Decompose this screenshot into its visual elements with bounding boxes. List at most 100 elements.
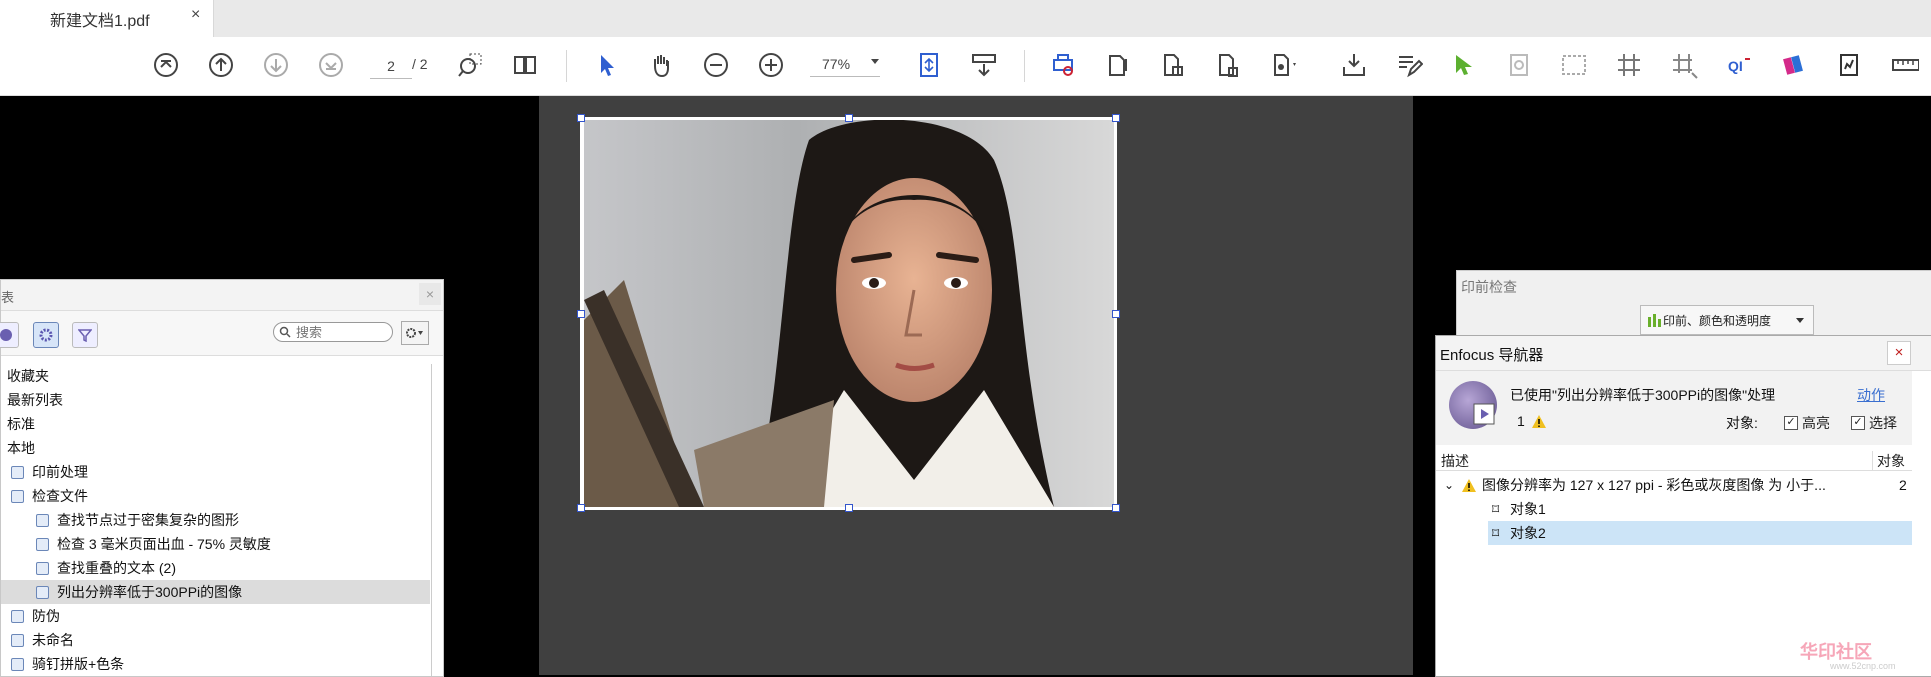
profile-icon — [36, 562, 49, 575]
panel-options-dropdown[interactable] — [401, 321, 429, 345]
result-object-row[interactable]: ⌑ 对象1 — [1436, 497, 1912, 521]
tree-item[interactable]: 最新列表 — [1, 388, 430, 412]
highlight-checkbox[interactable]: ✓ — [1784, 416, 1798, 430]
preflight-report-icon[interactable] — [1831, 47, 1867, 83]
resize-handle[interactable] — [845, 504, 853, 512]
results-table-header: 描述 对象 — [1436, 448, 1912, 471]
resize-handle[interactable] — [577, 504, 585, 512]
trim-marks-icon[interactable] — [1666, 47, 1702, 83]
resize-handle[interactable] — [1112, 504, 1120, 512]
panel-header: 表 × — [1, 280, 443, 311]
resize-handle[interactable] — [845, 114, 853, 122]
zoom-out-icon[interactable] — [698, 47, 734, 83]
tree-item-label: 检查 3 毫米页面出血 - 75% 灵敏度 — [57, 536, 271, 552]
action-menu-link[interactable]: 动作 — [1857, 385, 1885, 405]
objects-label: 对象: — [1726, 415, 1758, 431]
tree-item-label: 标准 — [7, 416, 35, 432]
tree-item-label: 未命名 — [32, 632, 74, 648]
object-icon: ⌑ — [1492, 525, 1500, 541]
crop-page-icon[interactable] — [1155, 47, 1191, 83]
object-icon: ⌑ — [1492, 501, 1500, 517]
close-icon[interactable]: × — [1887, 341, 1911, 365]
tree-item[interactable]: 防伪 — [1, 604, 430, 628]
close-icon[interactable]: × — [419, 283, 441, 305]
result-row[interactable]: ⌄ 图像分辨率为 127 x 127 ppi - 彩色或灰度图像 为 小于...… — [1436, 473, 1912, 497]
result-object-row[interactable]: ⌑ 对象2 — [1488, 521, 1912, 545]
tree-item[interactable]: 未命名 — [1, 628, 430, 652]
tree-item-label: 本地 — [7, 440, 35, 456]
zoom-in-icon[interactable] — [753, 47, 789, 83]
select-checkbox[interactable]: ✓ — [1851, 416, 1865, 430]
green-pointer-icon[interactable] — [1446, 47, 1482, 83]
color-swatches-icon[interactable] — [1776, 47, 1812, 83]
watermark-url: www.52cnp.com — [1830, 661, 1896, 671]
page-view-icon[interactable] — [507, 47, 543, 83]
panel-title: 表 — [1, 290, 15, 305]
profile-icon — [11, 490, 24, 503]
scroll-mode-icon[interactable] — [966, 47, 1002, 83]
navigator-header: Enfocus 导航器 × — [1436, 336, 1931, 371]
resize-handle[interactable] — [1112, 310, 1120, 318]
tree-item[interactable]: 查找重叠的文本 (2) — [1, 556, 430, 580]
marquee-select-icon[interactable] — [1556, 47, 1592, 83]
settings-icon[interactable] — [33, 322, 59, 348]
tree-item-label: 查找节点过于密集复杂的图形 — [57, 512, 239, 528]
previous-page-icon[interactable] — [203, 47, 239, 83]
tree-item-label: 收藏夹 — [7, 368, 49, 384]
search-box[interactable] — [273, 322, 393, 342]
resize-handle[interactable] — [1112, 114, 1120, 122]
marquee-zoom-icon[interactable] — [452, 47, 488, 83]
page-resize-icon[interactable] — [1210, 47, 1246, 83]
chevron-down-icon[interactable] — [871, 59, 879, 64]
page-number-input[interactable] — [370, 54, 412, 79]
tree-item[interactable]: 本地 — [1, 436, 430, 460]
quite-imposing-icon[interactable]: QI — [1721, 47, 1757, 83]
enfocus-logo-icon — [1449, 381, 1497, 429]
tree-item[interactable]: 收藏夹 — [1, 364, 430, 388]
select-tool-icon[interactable] — [588, 47, 624, 83]
search-input[interactable] — [296, 324, 386, 340]
profile-icon — [11, 658, 24, 671]
tree-item[interactable]: 检查文件 — [1, 484, 430, 508]
chevron-down-icon[interactable]: ⌄ — [1444, 473, 1454, 497]
toolbar: / 2 77% QI — [0, 37, 1931, 96]
tree-item[interactable]: 印前处理 — [1, 460, 430, 484]
fit-page-icon[interactable] — [911, 47, 947, 83]
resize-handle[interactable] — [577, 310, 585, 318]
document-tab[interactable]: 新建文档1.pdf × — [0, 0, 214, 37]
import-icon[interactable] — [1336, 47, 1372, 83]
warning-count: 1 — [1517, 413, 1525, 429]
hand-tool-icon[interactable] — [643, 47, 679, 83]
globe-icon[interactable] — [0, 322, 19, 348]
search-icon — [279, 326, 291, 338]
preflight-category-dropdown[interactable]: 印前、颜色和透明度 — [1640, 305, 1814, 335]
warning-icon — [1532, 415, 1546, 428]
first-page-icon[interactable] — [148, 47, 184, 83]
tree-item[interactable]: 检查 3 毫米页面出血 - 75% 灵敏度 — [1, 532, 430, 556]
bar-chart-icon — [1648, 314, 1661, 327]
tree-item[interactable]: 查找节点过于密集复杂的图形 — [1, 508, 430, 532]
navigator-summary: 已使用"列出分辨率低于300PPi的图像"处理 动作 1 对象: ✓ 高亮 ✓ … — [1436, 371, 1912, 445]
tree-item[interactable]: 骑钉拼版+色条 — [1, 652, 430, 676]
page-tool-icon[interactable] — [1100, 47, 1136, 83]
edit-document-icon[interactable] — [1391, 47, 1427, 83]
print-preview-icon[interactable] — [1045, 47, 1081, 83]
tab-bar: 新建文档1.pdf × — [0, 0, 1931, 37]
ruler-icon[interactable] — [1887, 47, 1923, 83]
portrait-image[interactable] — [584, 120, 1114, 507]
inspect-icon[interactable] — [1501, 47, 1537, 83]
column-description: 描述 — [1441, 453, 1469, 469]
close-tab-icon[interactable]: × — [191, 6, 200, 24]
enfocus-navigator-panel: Enfocus 导航器 × 已使用"列出分辨率低于300PPi的图像"处理 动作… — [1435, 335, 1931, 677]
last-page-icon[interactable] — [313, 47, 349, 83]
crop-marks-icon[interactable] — [1611, 47, 1647, 83]
next-page-icon[interactable] — [258, 47, 294, 83]
tree-item-label: 查找重叠的文本 (2) — [57, 560, 176, 576]
tree-item-label: 印前处理 — [32, 464, 88, 480]
panel-toolbar — [0, 311, 443, 356]
tree-item[interactable]: 列出分辨率低于300PPi的图像 — [1, 580, 430, 604]
tree-item[interactable]: 标准 — [1, 412, 430, 436]
filter-icon[interactable] — [72, 322, 98, 348]
page-settings-icon[interactable] — [1265, 47, 1301, 83]
resize-handle[interactable] — [577, 114, 585, 122]
